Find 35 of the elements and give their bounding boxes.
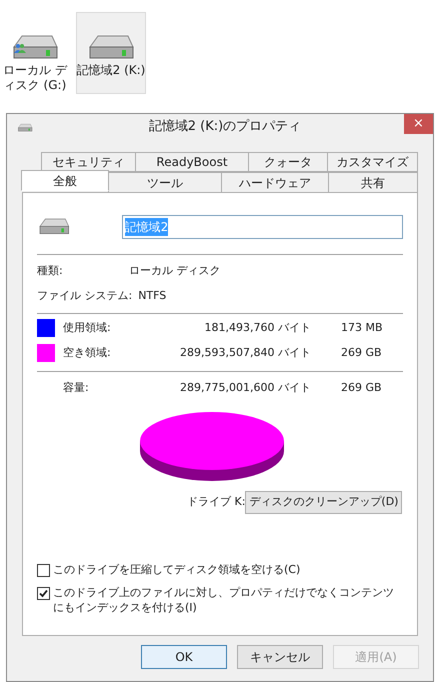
checkbox[interactable] [37,586,50,600]
tab[interactable]: 全般 [21,170,110,191]
size-value: 269 GB [341,380,382,396]
size-value: 269 GB [341,344,382,361]
checkbox[interactable] [37,564,50,576]
window-title: 記憶域2 (K:)のプロパティ [148,118,302,136]
drive-label: ドライブ K: [187,494,246,510]
tab[interactable]: 共有 [328,172,418,193]
size-value: 173 MB [341,320,383,336]
checkbox-label: このドライブ上のファイルに対し、プロパティだけでなくコンテンツにもインデックスを付ける(I) [53,584,395,614]
field-label: ファイル システム: [37,288,132,304]
drive-icon [37,217,71,237]
byte-count: 289,775,001,600 バイト [179,380,311,396]
usage-label: 空き領域: [63,344,112,361]
byte-count: 181,493,760 バイト [204,320,311,336]
tab[interactable]: ツール [108,172,222,193]
checkbox-label: このドライブを圧縮してディスク領域を空ける(C) [53,562,302,576]
tab[interactable]: カスタマイズ [326,152,418,172]
tab[interactable]: セキュリティ [41,152,136,172]
tab[interactable]: クォータ [248,152,328,172]
people-icon [14,43,26,53]
field-value: NTFS [138,288,166,304]
field-value: ローカル ディスク [129,263,220,279]
close-button[interactable]: × [404,114,433,134]
dialog-button[interactable]: OK [141,645,227,669]
selected-drive-item[interactable]: 記憶域2 (K:) [76,12,146,94]
tab[interactable]: ReadyBoost [135,152,249,172]
drive-icon [17,122,33,132]
usage-label: 使用領域: [63,320,112,336]
byte-count: 289,593,507,840 バイト [179,344,311,361]
drive-item[interactable]: ローカル ディスク (G:) [0,12,70,94]
dialog-button[interactable]: キャンセル [237,645,323,669]
capacity-label: 容量: [63,380,90,396]
disk-cleanup-button[interactable]: ディスクのクリーンアップ(D) [245,490,402,514]
field-label: 種類: [37,263,64,279]
